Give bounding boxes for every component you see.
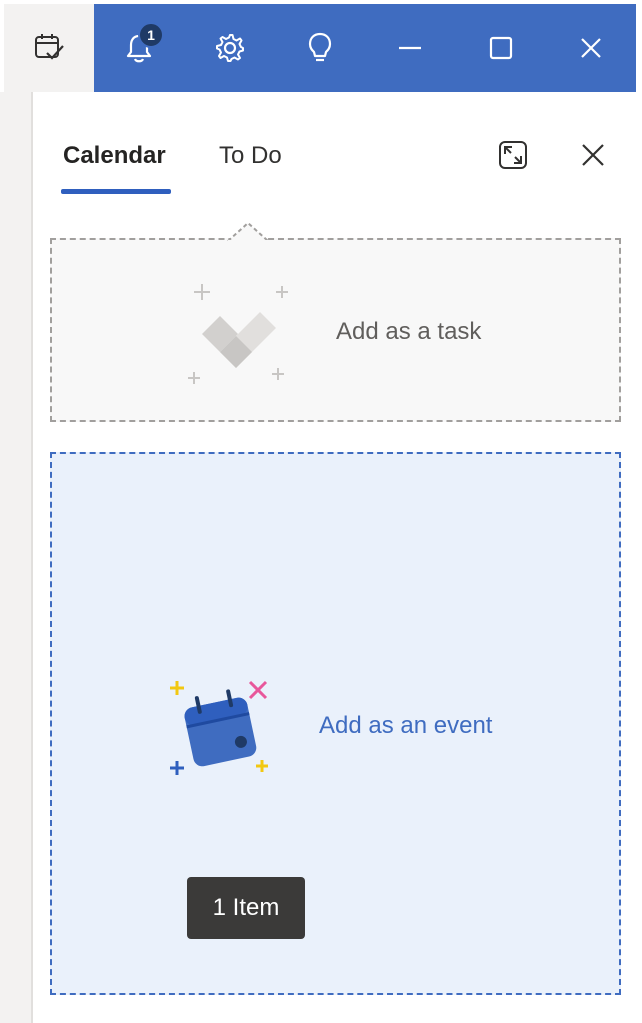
close-panel-button[interactable] [573, 135, 613, 175]
drag-item-count-tooltip: 1 Item [187, 877, 305, 939]
title-bar: 1 [0, 0, 642, 92]
add-as-event-label: Add as an event [319, 712, 493, 739]
background-window-edge [0, 92, 32, 1023]
close-window-button[interactable] [546, 4, 636, 92]
notification-badge: 1 [138, 22, 164, 48]
callout-notch [227, 221, 269, 244]
add-as-event-dropzone[interactable]: Add as an event 1 Item [50, 452, 621, 995]
add-as-task-label: Add as a task [336, 318, 482, 345]
add-as-task-dropzone[interactable]: Add as a task [50, 221, 621, 422]
lightbulb-icon [308, 32, 332, 62]
close-icon [581, 38, 601, 58]
app-window: 1 Calendar To Do Add as a task Add as an… [0, 0, 642, 1023]
calendar-sparkle-icon [170, 680, 268, 775]
calendar-todo-panel: Calendar To Do Add as a task Add as an e… [32, 92, 636, 1023]
tips-button[interactable] [276, 4, 364, 92]
maximize-icon [489, 36, 513, 60]
settings-button[interactable] [184, 4, 276, 92]
checkmark-sparkle-icon [188, 284, 288, 384]
calendar-check-icon [35, 34, 64, 60]
expand-button[interactable] [493, 135, 533, 175]
close-icon [582, 144, 604, 166]
gear-icon [216, 34, 244, 62]
selected-tab-indicator [61, 189, 171, 194]
tab-todo[interactable]: To Do [219, 140, 282, 172]
notifications-button[interactable]: 1 [94, 4, 184, 92]
minimize-button[interactable] [364, 4, 456, 92]
expand-icon [499, 141, 527, 169]
my-day-button[interactable] [0, 4, 94, 92]
title-bar-right-edge [636, 0, 642, 92]
tab-calendar[interactable]: Calendar [63, 140, 166, 172]
maximize-button[interactable] [456, 4, 546, 92]
minimize-icon [399, 46, 421, 50]
